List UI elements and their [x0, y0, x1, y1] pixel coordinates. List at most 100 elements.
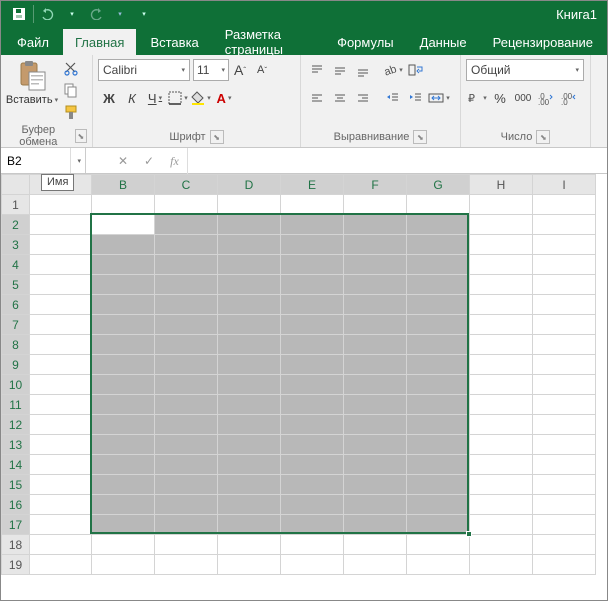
cell-A1[interactable] — [30, 195, 92, 215]
increase-decimal-button[interactable]: .0.00 — [535, 87, 557, 109]
cell-H15[interactable] — [470, 475, 533, 495]
cell-F17[interactable] — [344, 515, 407, 535]
cell-F12[interactable] — [344, 415, 407, 435]
cell-E19[interactable] — [281, 555, 344, 575]
decrease-decimal-button[interactable]: .00.0 — [558, 87, 580, 109]
increase-font-button[interactable]: Aˆ — [229, 59, 251, 81]
row-header-5[interactable]: 5 — [2, 275, 30, 295]
tab-formulas[interactable]: Формулы — [325, 29, 406, 55]
redo-button[interactable] — [84, 1, 108, 27]
cell-H18[interactable] — [470, 535, 533, 555]
col-header-I[interactable]: I — [533, 175, 596, 195]
cell-G18[interactable] — [407, 535, 470, 555]
cell-B1[interactable] — [92, 195, 155, 215]
cell-B2[interactable] — [92, 215, 155, 235]
cell-G17[interactable] — [407, 515, 470, 535]
cell-B12[interactable] — [92, 415, 155, 435]
cell-H8[interactable] — [470, 335, 533, 355]
col-header-D[interactable]: D — [218, 175, 281, 195]
cell-B5[interactable] — [92, 275, 155, 295]
cell-D2[interactable] — [218, 215, 281, 235]
cell-I16[interactable] — [533, 495, 596, 515]
cell-C16[interactable] — [155, 495, 218, 515]
increase-indent-button[interactable] — [405, 87, 427, 109]
cell-B4[interactable] — [92, 255, 155, 275]
font-name-combo[interactable]: Calibri▾ — [98, 59, 190, 81]
cell-C19[interactable] — [155, 555, 218, 575]
qat-customize[interactable]: ▾ — [132, 1, 156, 27]
cell-E4[interactable] — [281, 255, 344, 275]
cell-C17[interactable] — [155, 515, 218, 535]
cell-C18[interactable] — [155, 535, 218, 555]
row-header-12[interactable]: 12 — [2, 415, 30, 435]
cell-F3[interactable] — [344, 235, 407, 255]
cell-A10[interactable] — [30, 375, 92, 395]
cell-I5[interactable] — [533, 275, 596, 295]
cell-E7[interactable] — [281, 315, 344, 335]
cell-B17[interactable] — [92, 515, 155, 535]
cell-H17[interactable] — [470, 515, 533, 535]
cell-G13[interactable] — [407, 435, 470, 455]
cell-C6[interactable] — [155, 295, 218, 315]
cell-C3[interactable] — [155, 235, 218, 255]
cell-G5[interactable] — [407, 275, 470, 295]
cell-G7[interactable] — [407, 315, 470, 335]
cell-B3[interactable] — [92, 235, 155, 255]
cell-I3[interactable] — [533, 235, 596, 255]
cell-F15[interactable] — [344, 475, 407, 495]
cell-H19[interactable] — [470, 555, 533, 575]
undo-dropdown[interactable]: ▾ — [60, 1, 84, 27]
cell-D16[interactable] — [218, 495, 281, 515]
cell-I4[interactable] — [533, 255, 596, 275]
cell-A16[interactable] — [30, 495, 92, 515]
col-header-F[interactable]: F — [344, 175, 407, 195]
cell-G14[interactable] — [407, 455, 470, 475]
font-size-combo[interactable]: 11▾ — [193, 59, 229, 81]
name-box-dropdown[interactable]: ▾ — [70, 148, 85, 173]
cell-A7[interactable] — [30, 315, 92, 335]
cell-H9[interactable] — [470, 355, 533, 375]
cell-C15[interactable] — [155, 475, 218, 495]
cell-I13[interactable] — [533, 435, 596, 455]
col-header-H[interactable]: H — [470, 175, 533, 195]
cell-I10[interactable] — [533, 375, 596, 395]
cell-G15[interactable] — [407, 475, 470, 495]
insert-function-button[interactable]: fx — [162, 148, 188, 174]
align-center-button[interactable] — [329, 87, 351, 109]
cell-A17[interactable] — [30, 515, 92, 535]
cell-A12[interactable] — [30, 415, 92, 435]
cell-H4[interactable] — [470, 255, 533, 275]
cell-A2[interactable] — [30, 215, 92, 235]
cell-H11[interactable] — [470, 395, 533, 415]
align-top-button[interactable] — [306, 59, 328, 81]
tab-home[interactable]: Главная — [63, 29, 136, 55]
tab-layout[interactable]: Разметка страницы — [213, 29, 323, 55]
cell-A11[interactable] — [30, 395, 92, 415]
cell-E2[interactable] — [281, 215, 344, 235]
cell-G1[interactable] — [407, 195, 470, 215]
cell-D5[interactable] — [218, 275, 281, 295]
cell-I11[interactable] — [533, 395, 596, 415]
cell-F6[interactable] — [344, 295, 407, 315]
cell-F10[interactable] — [344, 375, 407, 395]
undo-button[interactable] — [36, 1, 60, 27]
row-header-9[interactable]: 9 — [2, 355, 30, 375]
row-header-15[interactable]: 15 — [2, 475, 30, 495]
row-header-1[interactable]: 1 — [2, 195, 30, 215]
cell-C7[interactable] — [155, 315, 218, 335]
align-middle-button[interactable] — [329, 59, 351, 81]
cell-E12[interactable] — [281, 415, 344, 435]
fill-color-button[interactable]: ▾ — [190, 87, 212, 109]
cell-I2[interactable] — [533, 215, 596, 235]
cell-D12[interactable] — [218, 415, 281, 435]
cell-G2[interactable] — [407, 215, 470, 235]
cell-C10[interactable] — [155, 375, 218, 395]
cell-C1[interactable] — [155, 195, 218, 215]
cut-button[interactable] — [60, 58, 82, 78]
cell-A8[interactable] — [30, 335, 92, 355]
cell-D6[interactable] — [218, 295, 281, 315]
cell-E15[interactable] — [281, 475, 344, 495]
cell-H5[interactable] — [470, 275, 533, 295]
cell-D10[interactable] — [218, 375, 281, 395]
tab-insert[interactable]: Вставка — [138, 29, 210, 55]
